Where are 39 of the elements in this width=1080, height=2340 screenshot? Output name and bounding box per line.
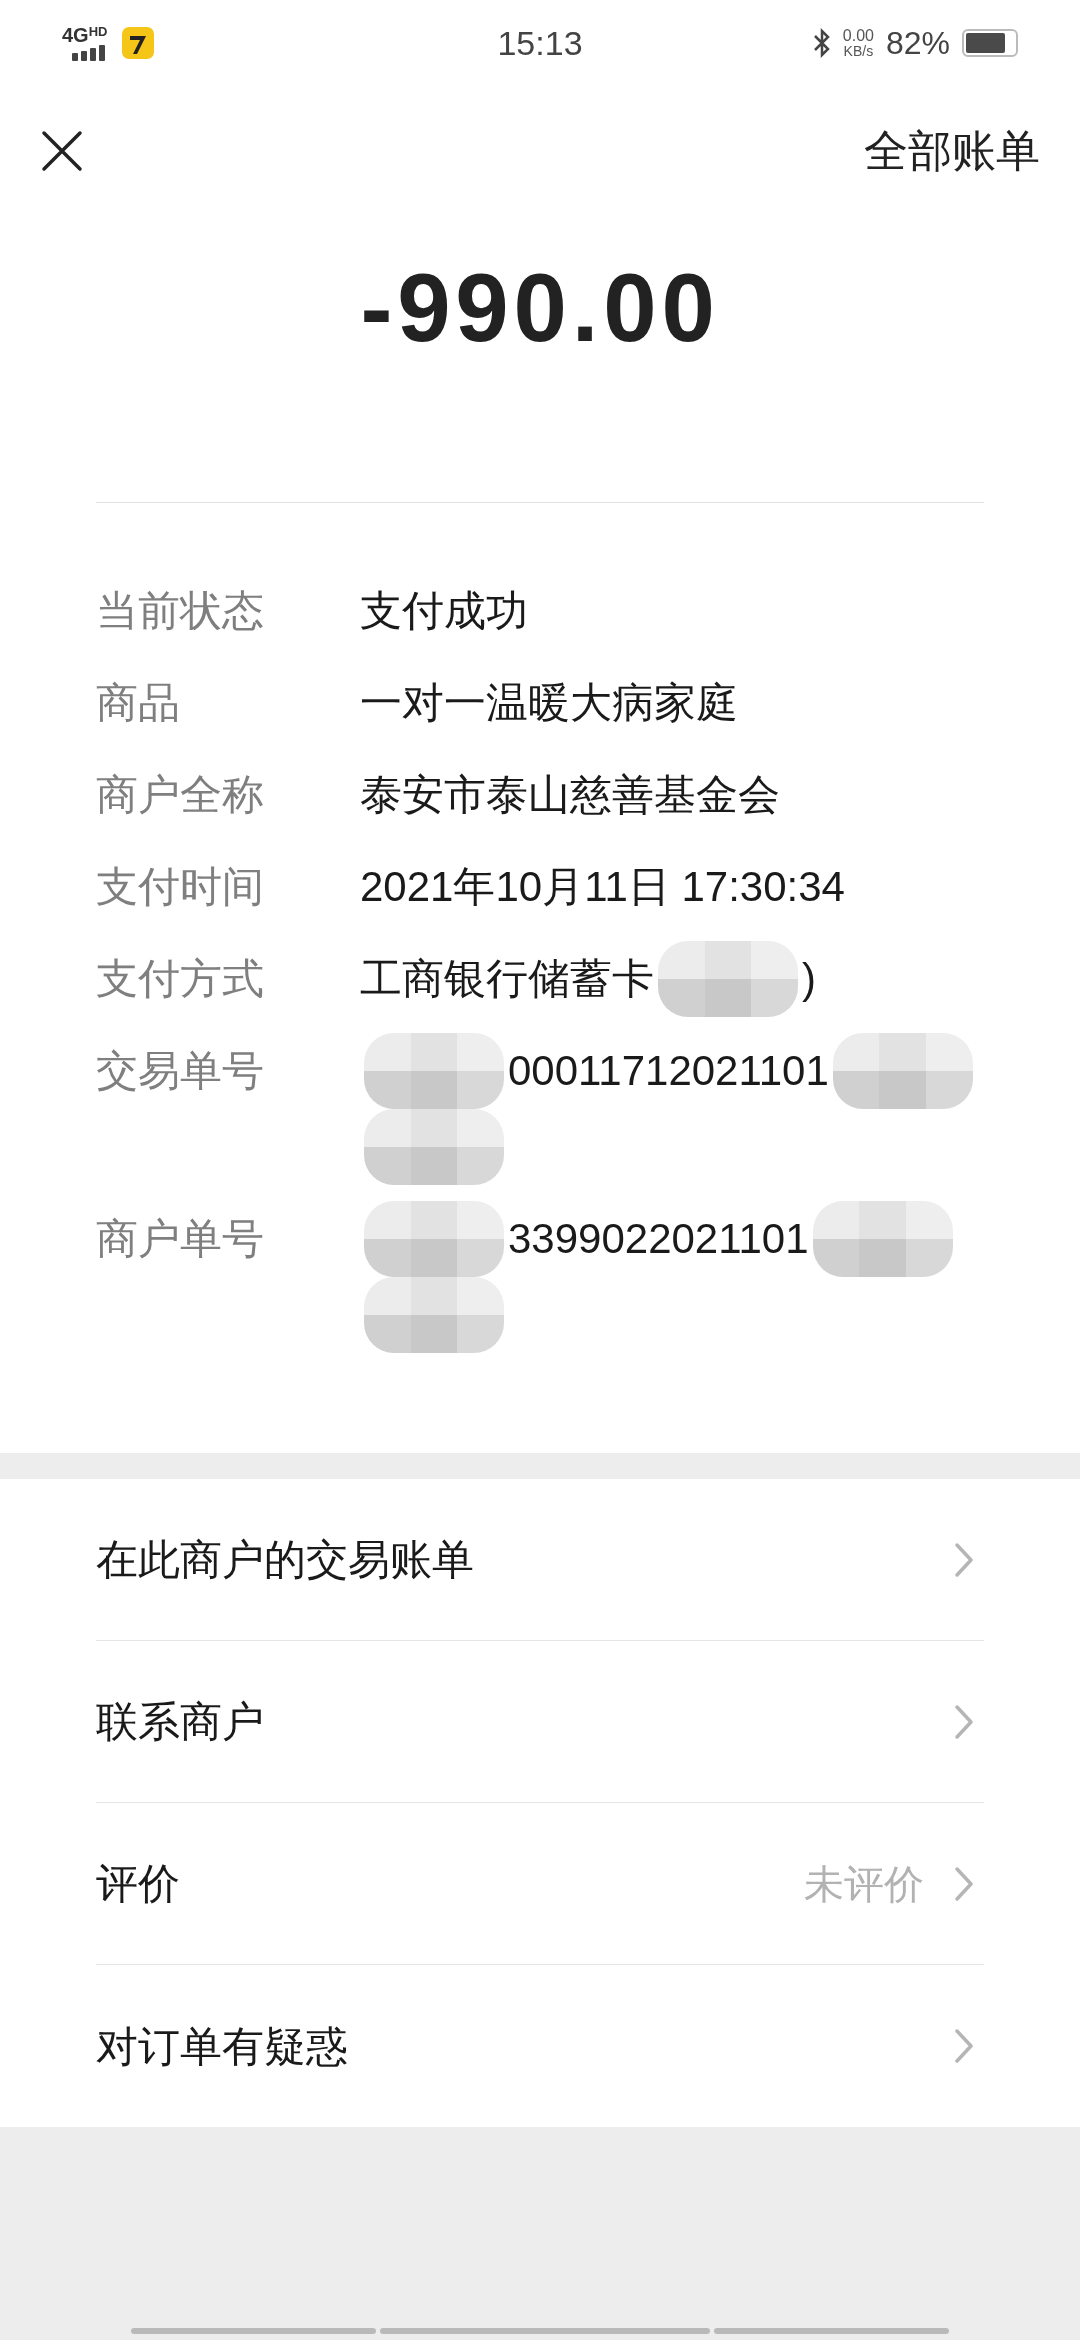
chevron-right-icon bbox=[954, 2028, 974, 2064]
detail-value: 00011712021101 bbox=[508, 1046, 829, 1096]
bluetooth-icon bbox=[812, 28, 831, 58]
network-type-label: HD bbox=[88, 25, 108, 38]
menu-label: 评价 bbox=[96, 1859, 180, 1909]
menu-label: 在此商户的交易账单 bbox=[96, 1535, 474, 1585]
speed-unit: KB/s bbox=[843, 44, 874, 58]
detail-value: 2021年10月11日 17:30:34 bbox=[360, 862, 845, 912]
detail-label: 当前状态 bbox=[96, 586, 265, 636]
detail-label: 商户全称 bbox=[96, 770, 265, 820]
detail-value: 支付成功 bbox=[360, 586, 528, 636]
network-label: 4G bbox=[62, 25, 89, 45]
battery-percent: 82% bbox=[885, 24, 950, 63]
chevron-right-icon bbox=[954, 1703, 974, 1740]
menu-row[interactable]: 对订单有疑惑 bbox=[96, 1965, 984, 2127]
menu-label: 对订单有疑惑 bbox=[96, 2021, 348, 2072]
network-speed: 0.00 bbox=[842, 28, 874, 44]
app-notification-icon bbox=[122, 27, 154, 59]
detail-value: 泰安市泰山慈善基金会 bbox=[360, 770, 780, 820]
detail-value: 工商银行储蓄卡 bbox=[360, 954, 654, 1004]
close-icon[interactable] bbox=[40, 129, 84, 173]
menu-row[interactable]: 评价 未评价 bbox=[96, 1803, 984, 1965]
chevron-right-icon bbox=[954, 1541, 974, 1578]
detail-value: ) bbox=[802, 954, 816, 1004]
menu-value: 未评价 bbox=[804, 1860, 924, 1908]
chevron-right-icon bbox=[954, 1865, 974, 1902]
detail-label: 交易单号 bbox=[96, 1046, 265, 1096]
all-bills-link[interactable]: 全部账单 bbox=[864, 118, 1040, 184]
detail-label: 商户单号 bbox=[96, 1214, 265, 1264]
menu-label: 联系商户 bbox=[96, 1697, 264, 1747]
detail-value: 3399022021101 bbox=[508, 1214, 809, 1264]
menu-row[interactable]: 联系商户 bbox=[96, 1641, 984, 1803]
menu-row[interactable]: 在此商户的交易账单 bbox=[96, 1479, 984, 1641]
detail-label: 商品 bbox=[96, 678, 181, 728]
clock: 15:13 bbox=[497, 22, 583, 64]
detail-value: 一对一温暖大病家庭 bbox=[360, 678, 738, 728]
amount: -990.00 bbox=[360, 260, 720, 356]
detail-label: 支付方式 bbox=[96, 954, 265, 1004]
detail-label: 支付时间 bbox=[96, 862, 265, 912]
